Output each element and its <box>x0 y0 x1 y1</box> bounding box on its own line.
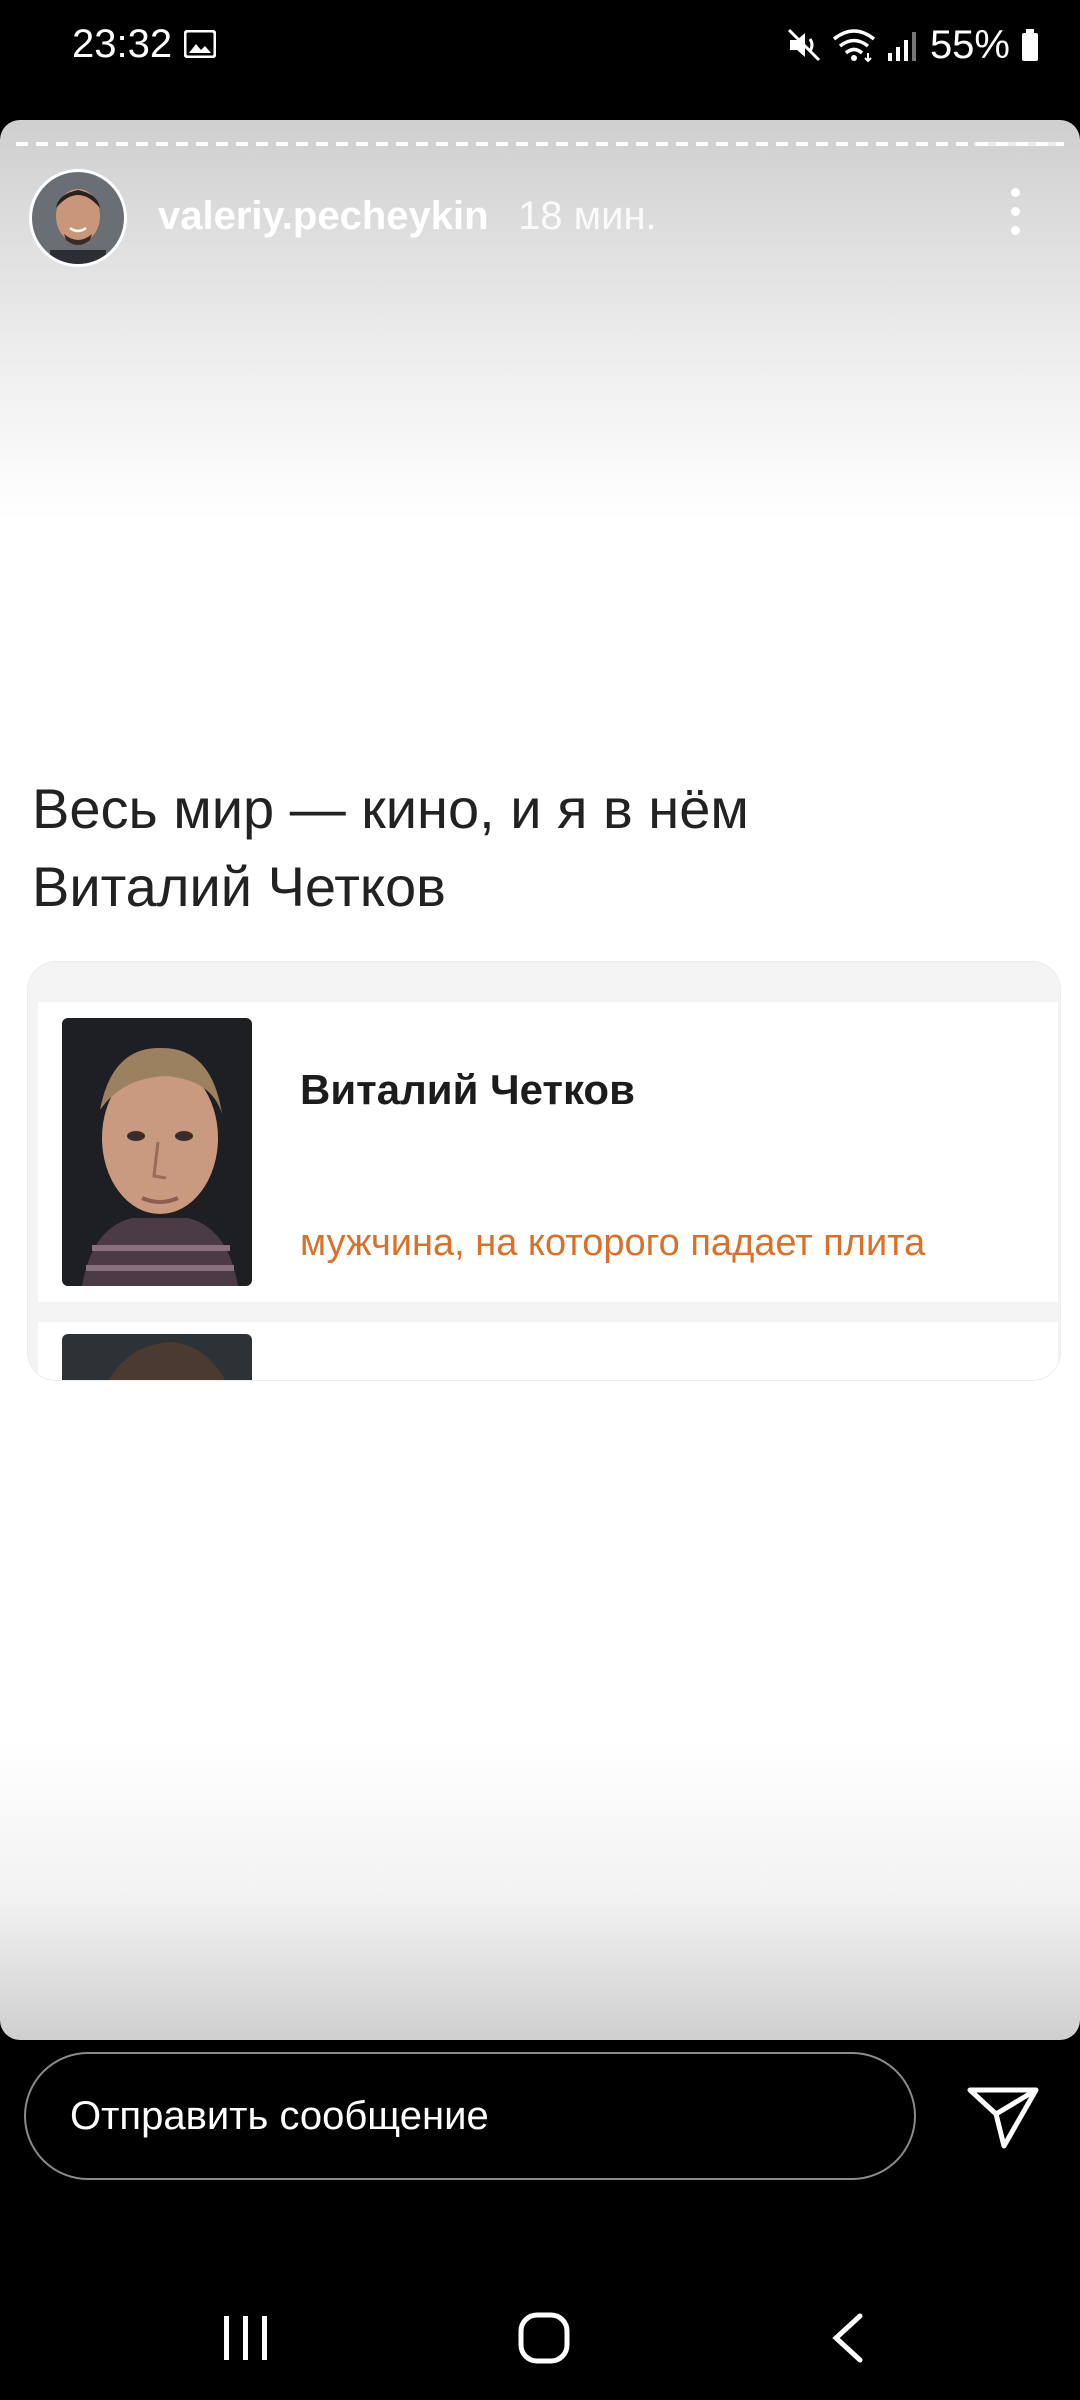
home-icon[interactable] <box>518 2312 570 2364</box>
status-bar: 23:32 55% <box>0 0 1080 100</box>
mute-icon <box>787 28 820 62</box>
send-icon[interactable] <box>966 2084 1040 2150</box>
system-navigation-bar <box>0 2270 1080 2400</box>
gallery-icon <box>184 30 216 58</box>
headline-line-2: Виталий Четков <box>32 855 446 918</box>
story-progress-bar <box>16 142 1064 146</box>
story-progress-segment <box>974 142 1064 146</box>
more-options-icon[interactable] <box>990 188 1040 248</box>
next-actor-photo <box>62 1334 252 1380</box>
battery-percent: 55% <box>929 22 1010 67</box>
actor-role: мужчина, на которого падает плита <box>300 1222 926 1264</box>
actor-card-row: Виталий Четков мужчина, на которого пада… <box>38 1002 1058 1302</box>
avatar[interactable] <box>32 172 124 264</box>
story-headline: Весь мир — кино, и я в нём Виталий Четко… <box>32 770 992 926</box>
status-time: 23:32 <box>72 22 173 66</box>
story-username[interactable]: valeriy.pecheykin <box>158 194 489 239</box>
headline-line-1: Весь мир — кино, и я в нём <box>32 777 749 840</box>
story-viewer[interactable]: valeriy.pecheykin 18 мин. Весь мир — кин… <box>0 120 1080 2040</box>
actor-card: Виталий Четков мужчина, на которого пада… <box>28 962 1060 1380</box>
signal-icon <box>887 32 916 61</box>
actor-card-next-row <box>38 1322 1058 1380</box>
message-placeholder: Отправить сообщение <box>70 2094 489 2138</box>
actor-photo <box>62 1018 252 1286</box>
battery-icon <box>1022 29 1038 61</box>
recent-apps-icon[interactable] <box>220 2314 272 2362</box>
actor-name: Виталий Четков <box>300 1066 635 1113</box>
story-time-ago: 18 мин. <box>518 194 657 238</box>
back-icon[interactable] <box>828 2312 868 2364</box>
message-input[interactable]: Отправить сообщение <box>24 2052 916 2180</box>
wifi-icon <box>832 29 876 63</box>
